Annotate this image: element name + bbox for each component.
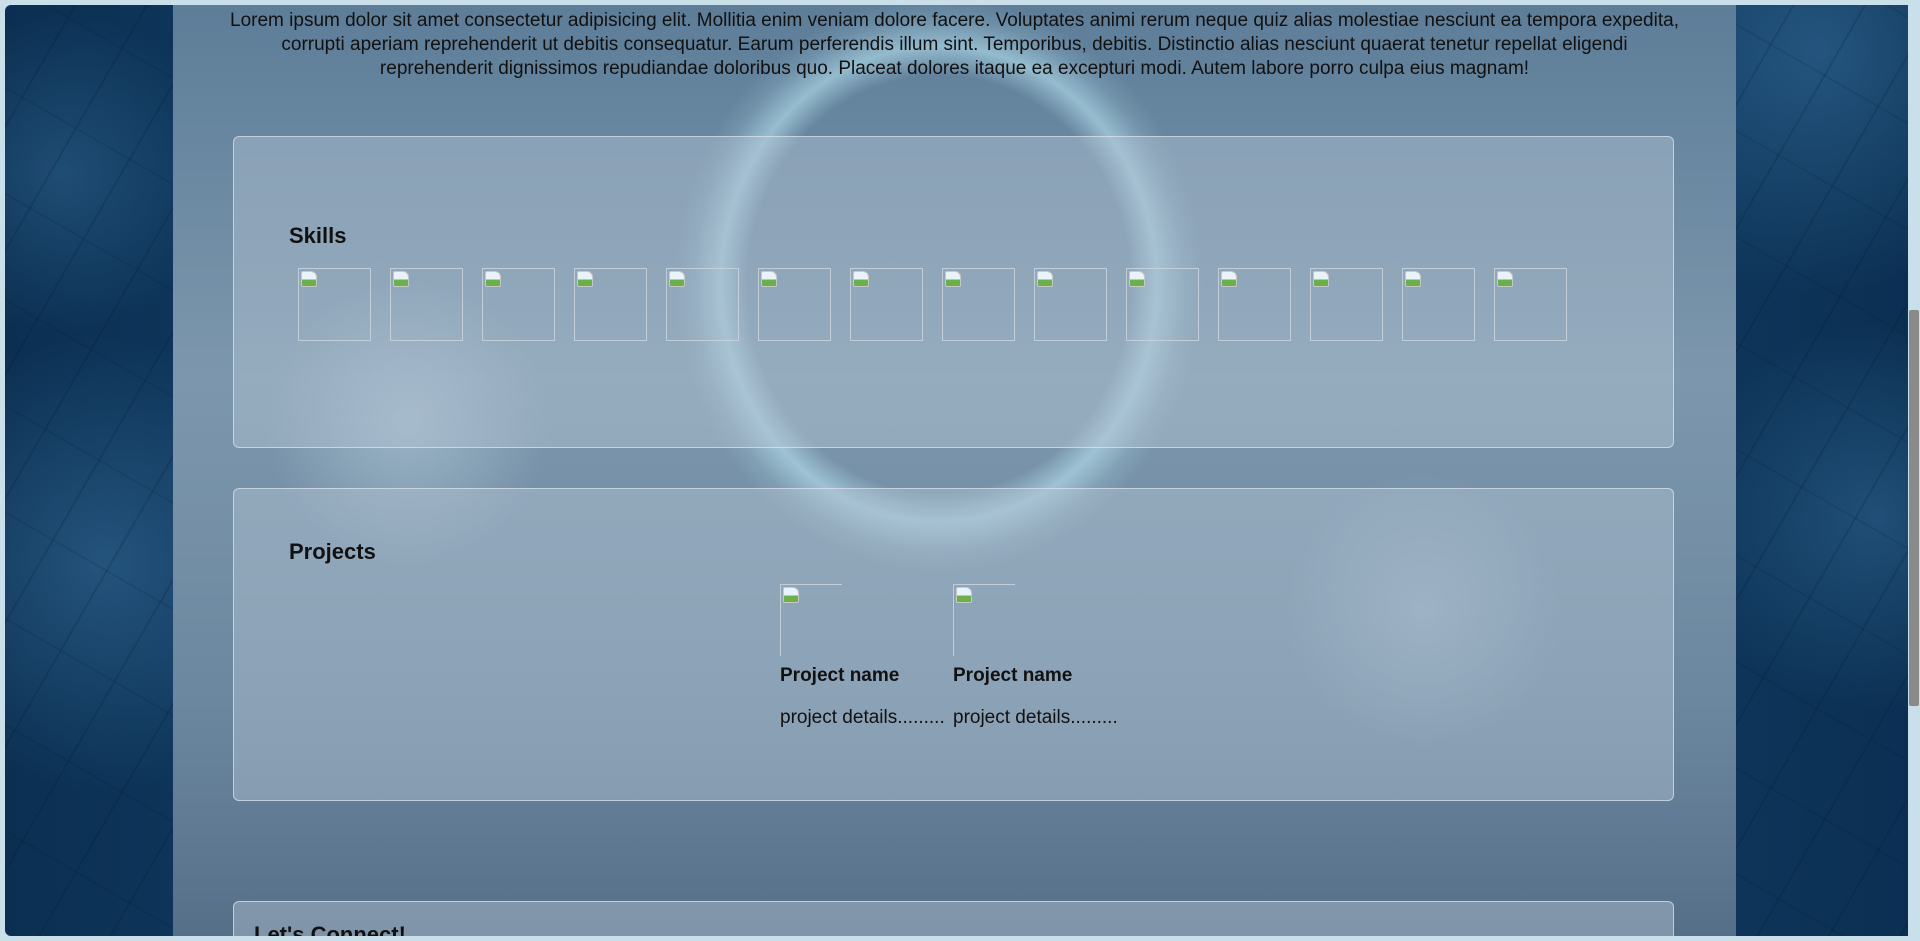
project-image	[780, 584, 842, 656]
project-card[interactable]: Project name project details.........	[780, 584, 953, 729]
skill-image	[574, 268, 647, 341]
broken-image-icon	[1129, 271, 1145, 287]
broken-image-icon	[783, 587, 799, 603]
skill-image	[758, 268, 831, 341]
broken-image-icon	[761, 271, 777, 287]
broken-image-icon	[1313, 271, 1329, 287]
project-details: project details.........	[780, 707, 945, 728]
skill-image	[482, 268, 555, 341]
broken-image-icon	[1221, 271, 1237, 287]
scrollbar-thumb[interactable]	[1909, 310, 1919, 706]
skill-image	[1034, 268, 1107, 341]
skill-image	[390, 268, 463, 341]
project-name: Project name	[953, 665, 1073, 686]
broken-image-icon	[669, 271, 685, 287]
broken-image-icon	[945, 271, 961, 287]
project-image	[953, 584, 1015, 656]
broken-image-icon	[393, 271, 409, 287]
main-content: Lorem ipsum dolor sit amet consectetur a…	[173, 5, 1736, 936]
skill-image	[1310, 268, 1383, 341]
project-name: Project name	[780, 665, 900, 686]
scrollbar-track[interactable]	[1908, 0, 1920, 941]
connect-section: Let's Connect!	[233, 901, 1674, 936]
project-card[interactable]: Project name project details.........	[953, 584, 1126, 729]
broken-image-icon	[1497, 271, 1513, 287]
skill-image	[942, 268, 1015, 341]
skill-image	[666, 268, 739, 341]
broken-image-icon	[853, 271, 869, 287]
broken-image-icon	[956, 587, 972, 603]
skill-image	[850, 268, 923, 341]
broken-image-icon	[1405, 271, 1421, 287]
broken-image-icon	[301, 271, 317, 287]
skills-title: Skills	[289, 223, 347, 248]
connect-title: Let's Connect!	[254, 922, 406, 936]
broken-image-icon	[485, 271, 501, 287]
intro-paragraph: Lorem ipsum dolor sit amet consectetur a…	[230, 10, 1679, 79]
projects-title: Projects	[289, 539, 376, 564]
project-details: project details.........	[953, 707, 1118, 728]
projects-list: Project name project details......... Pr…	[780, 584, 1126, 729]
page-background: Lorem ipsum dolor sit amet consectetur a…	[5, 5, 1915, 936]
broken-image-icon	[577, 271, 593, 287]
skill-image	[1402, 268, 1475, 341]
projects-section: Projects Project name project details...…	[233, 488, 1674, 801]
broken-image-icon	[1037, 271, 1053, 287]
skill-image	[1218, 268, 1291, 341]
skills-section: Skills	[233, 136, 1674, 448]
skills-list	[298, 268, 1567, 341]
skill-image	[1126, 268, 1199, 341]
skill-image	[298, 268, 371, 341]
skill-image	[1494, 268, 1567, 341]
